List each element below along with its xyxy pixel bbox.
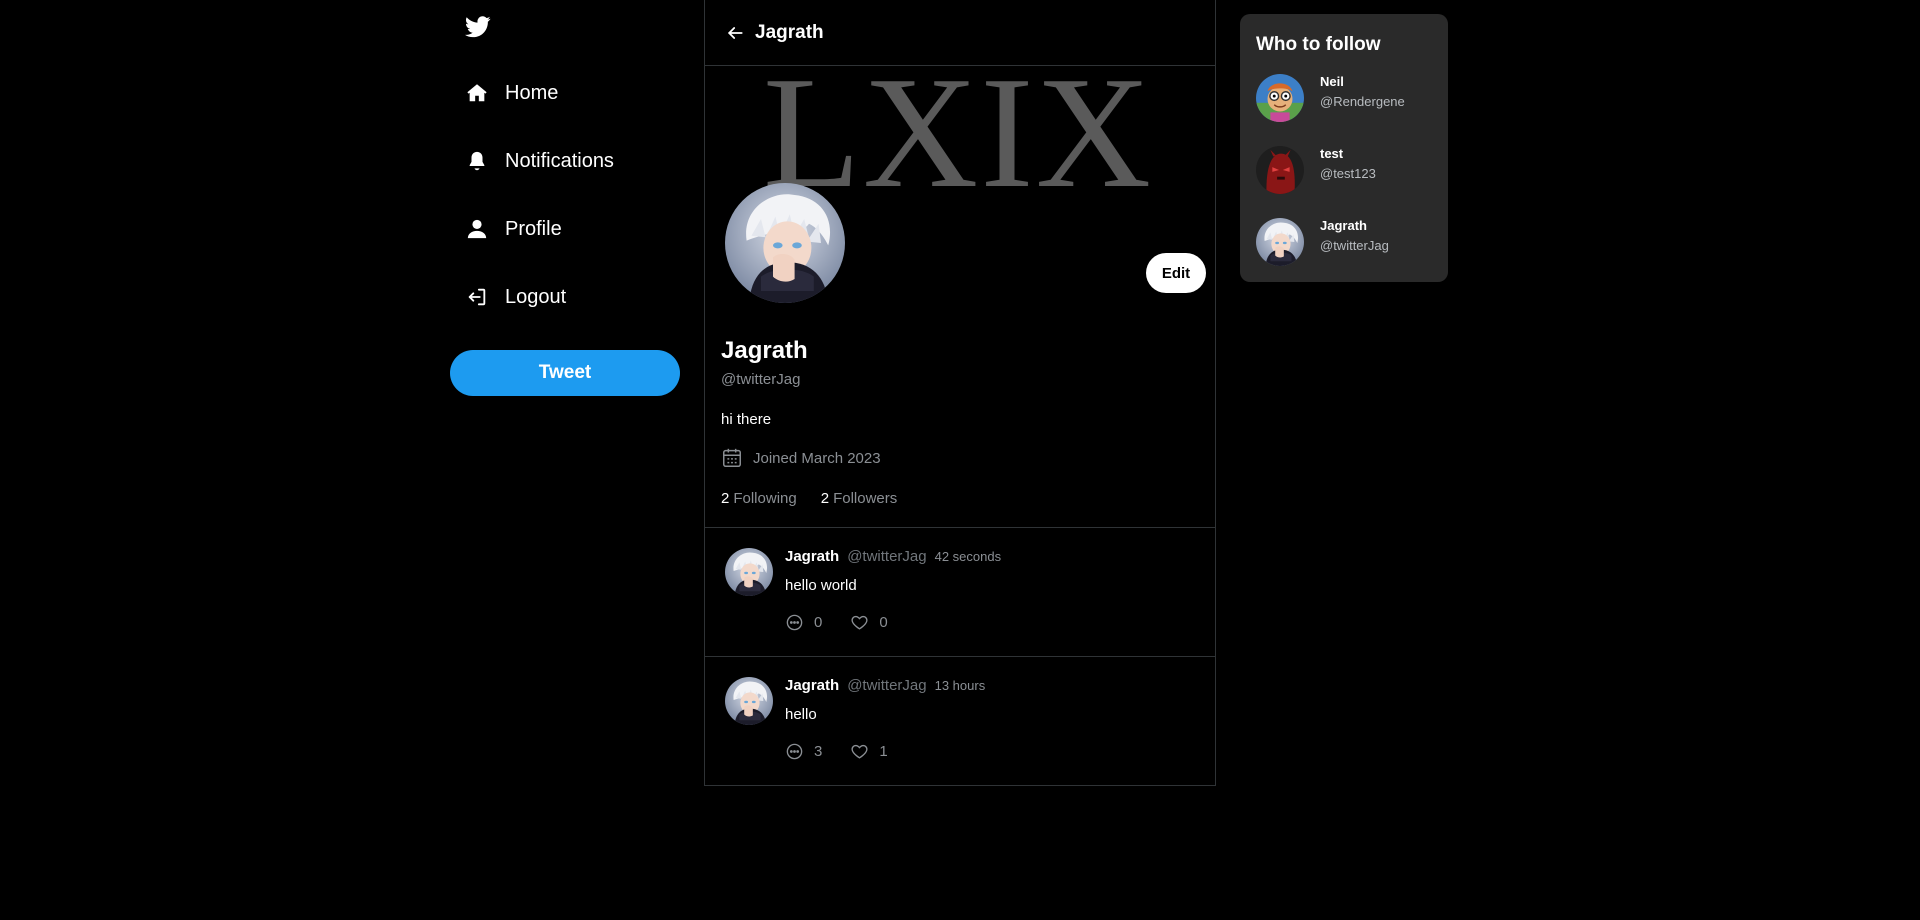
- profile-name: Jagrath: [721, 337, 808, 364]
- calendar-icon: [723, 448, 741, 467]
- profile-column: Jagrath LXIX Edit Jagrath @twitterJag hi…: [704, 0, 1216, 786]
- tweet-author-name[interactable]: Jagrath: [785, 548, 839, 565]
- avatar: [1256, 218, 1304, 266]
- followers-count: 2: [820, 490, 830, 507]
- avatar[interactable]: [725, 677, 773, 725]
- following-link[interactable]: 2 Following: [721, 490, 797, 507]
- suggestion-handle: @Rendergene: [1320, 94, 1405, 109]
- avatar: [1256, 74, 1304, 122]
- comment-icon: [786, 743, 803, 760]
- tweet-actions: 0 0: [785, 613, 916, 632]
- followers-link[interactable]: 2 Followers: [821, 490, 898, 507]
- logout-icon: [465, 285, 489, 309]
- following-count: 2: [721, 490, 730, 507]
- user-icon: [465, 217, 489, 241]
- reply-button[interactable]: 3: [785, 742, 822, 761]
- arrow-left-icon[interactable]: [725, 23, 745, 43]
- like-button[interactable]: 1: [850, 742, 888, 761]
- like-count: 1: [879, 743, 888, 760]
- tweet-item[interactable]: Jagrath @twitterJag 13 hours hello 3 1: [705, 657, 1215, 786]
- nav-item-label: Profile: [505, 217, 562, 240]
- profile-header: Jagrath: [705, 0, 1215, 66]
- home-icon: [465, 81, 489, 105]
- nav-item-home[interactable]: Home: [465, 73, 558, 113]
- profile-bio: hi there: [721, 411, 772, 428]
- tweet-author-handle: @twitterJag: [847, 677, 927, 694]
- profile-avatar: [725, 183, 845, 303]
- followers-label: Followers: [833, 490, 898, 507]
- follow-suggestion[interactable]: test @test123: [1256, 146, 1436, 196]
- bell-icon: [465, 149, 489, 173]
- profile-handle: @twitterJag: [721, 371, 801, 388]
- suggestion-handle: @test123: [1320, 166, 1376, 181]
- following-label: Following: [733, 490, 797, 507]
- suggestion-name: Jagrath: [1320, 218, 1367, 233]
- page-title: Jagrath: [755, 21, 824, 43]
- edit-profile-button[interactable]: Edit: [1146, 253, 1206, 293]
- suggestion-handle: @twitterJag: [1320, 238, 1389, 253]
- tweet-timestamp: 42 seconds: [934, 549, 1002, 564]
- nav-item-profile[interactable]: Profile: [465, 209, 562, 249]
- nav-item-label: Home: [505, 81, 559, 104]
- avatar[interactable]: [725, 548, 773, 596]
- tweet-text: hello: [785, 706, 817, 723]
- reply-count: 3: [814, 743, 823, 760]
- nav-item-label: Logout: [505, 285, 567, 308]
- tweet-actions: 3 1: [785, 742, 916, 761]
- banner-text: LXIX: [763, 66, 1154, 221]
- nav-item-notifications[interactable]: Notifications: [465, 141, 614, 181]
- tweet-button[interactable]: Tweet: [450, 350, 680, 396]
- twitter-bird-icon[interactable]: [465, 16, 491, 38]
- tweet-text: hello world: [785, 577, 857, 594]
- suggestion-name: Neil: [1320, 74, 1344, 89]
- nav-item-logout[interactable]: Logout: [465, 277, 566, 317]
- nav-item-label: Notifications: [505, 149, 614, 172]
- tweet-header: Jagrath @twitterJag 42 seconds: [785, 548, 1001, 565]
- avatar: [1256, 146, 1304, 194]
- tweet-header: Jagrath @twitterJag 13 hours: [785, 677, 985, 694]
- joined-text: Joined March 2023: [753, 449, 881, 467]
- like-count: 0: [879, 614, 888, 631]
- like-button[interactable]: 0: [850, 613, 888, 632]
- heart-icon: [851, 744, 868, 759]
- follow-suggestion[interactable]: Jagrath @twitterJag: [1256, 218, 1436, 268]
- tweet-author-handle: @twitterJag: [847, 548, 927, 565]
- heart-icon: [851, 615, 868, 630]
- who-to-follow-title: Who to follow: [1256, 34, 1381, 55]
- reply-count: 0: [814, 614, 823, 631]
- follow-stats: 2 Following 2 Followers: [721, 490, 921, 507]
- follow-suggestion[interactable]: Neil @Rendergene: [1256, 74, 1436, 124]
- tweet-author-name[interactable]: Jagrath: [785, 677, 839, 694]
- tweet-item[interactable]: Jagrath @twitterJag 42 seconds hello wor…: [705, 528, 1215, 657]
- comment-icon: [786, 614, 803, 631]
- reply-button[interactable]: 0: [785, 613, 822, 632]
- who-to-follow-panel: Who to follow Neil @Rendergene test @tes…: [1240, 14, 1448, 282]
- joined-date: Joined March 2023: [721, 447, 881, 469]
- suggestion-name: test: [1320, 146, 1344, 161]
- tweet-timestamp: 13 hours: [934, 678, 986, 693]
